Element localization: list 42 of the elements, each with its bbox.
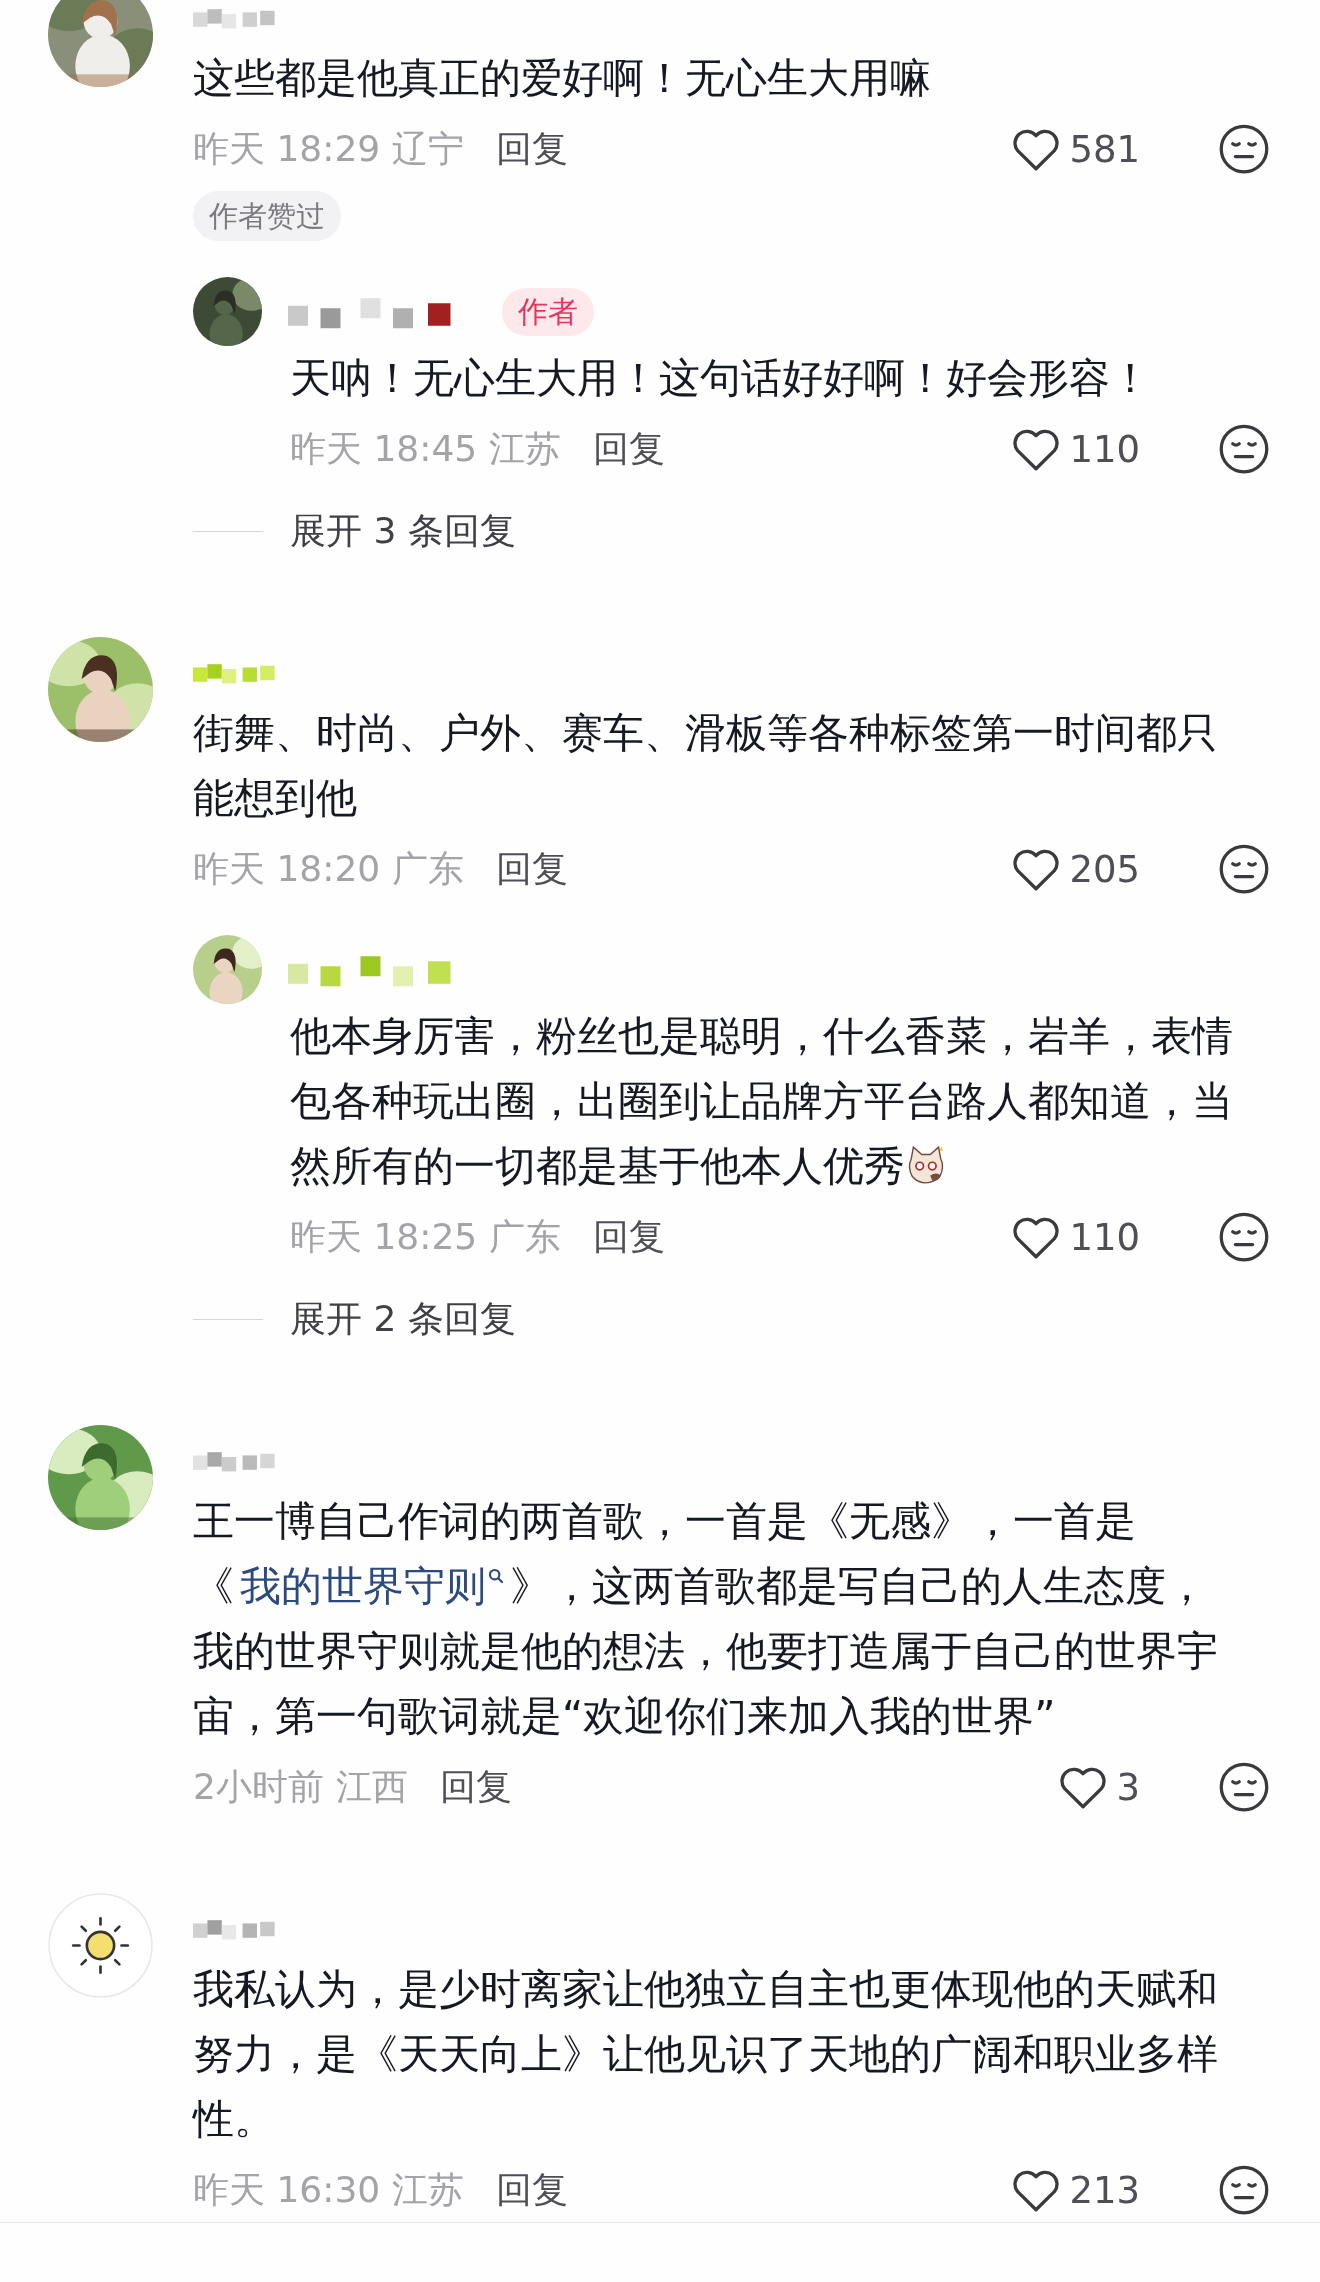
reply-link[interactable]: 回复 [496, 844, 569, 894]
comment-time: 2小时前 [193, 1764, 324, 1809]
comment-location: 江苏 [489, 426, 562, 471]
author-tag: 作者 [502, 287, 594, 336]
comment-location: 广东 [392, 846, 465, 891]
expand-replies-link[interactable]: 展开 3 条回复 [290, 506, 516, 556]
like-count: 205 [1069, 847, 1140, 891]
dislike-icon[interactable] [1218, 123, 1270, 175]
comment-text: 这些都是他真正的爱好啊！无心生大用嘛 [193, 53, 932, 104]
comment-time: 昨天 18:45 [290, 426, 478, 471]
comment-text: 王一博自己作词的两首歌，一首是《无感》，一首是《我的世界守则 》，这两首歌都是写自己的人生态度，我的世界守则就是他的想法，他要打造属于自己的世界宇宙，第一句歌词就是“欢迎你们来加入我的世界” [193, 1496, 1219, 1742]
comment-location: 江苏 [392, 2167, 465, 2212]
comment-location: 广东 [489, 1214, 562, 1259]
like-count: 110 [1069, 1215, 1140, 1259]
expand-replies-link[interactable]: 展开 2 条回复 [290, 1294, 516, 1344]
dislike-icon[interactable] [1218, 843, 1270, 895]
dislike-icon[interactable] [1218, 423, 1270, 475]
reply-link[interactable]: 回复 [496, 124, 569, 174]
like-count: 213 [1069, 2168, 1140, 2212]
reply-text: 天呐！无心生大用！这句话好好啊！好会形容！ [290, 353, 1152, 404]
reply-link[interactable]: 回复 [593, 424, 666, 474]
like-count: 3 [1116, 1765, 1140, 1809]
like-count: 581 [1069, 127, 1140, 171]
reply-link[interactable]: 回复 [439, 1762, 512, 1812]
reply-text: 他本身厉害，粉丝也是聪明，什么香菜，岩羊，表情包各种玩出圈，出圈到让品牌方平台路人都知道，当然所有的一切都是基于他本人优秀 [290, 1011, 1234, 1192]
comment-time: 昨天 16:30 [193, 2167, 381, 2212]
reply-link[interactable]: 回复 [496, 2165, 569, 2215]
author-liked-badge: 作者赞过 [193, 191, 341, 241]
like-count: 110 [1069, 427, 1140, 471]
dislike-icon[interactable] [1218, 1761, 1270, 1813]
search-icon[interactable] [488, 1568, 504, 1584]
dislike-icon[interactable] [1218, 2164, 1270, 2216]
comment-time: 昨天 18:29 [193, 126, 381, 171]
comment-text: 我私认为，是少时离家让他独立自主也更体现他的天赋和努力，是《天天向上》让他见识了天地的广阔和职业多样性。 [193, 1964, 1219, 2145]
reply-link[interactable]: 回复 [593, 1212, 666, 1262]
comment-location: 江西 [335, 1764, 408, 1809]
song-link[interactable]: 我的世界守则 [234, 1562, 510, 1610]
comment-time: 昨天 18:20 [193, 846, 381, 891]
dislike-icon[interactable] [1218, 1211, 1270, 1263]
comment-location: 辽宁 [392, 126, 465, 171]
comment-time: 昨天 18:25 [290, 1214, 478, 1259]
comment-text: 街舞、时尚、户外、赛车、滑板等各种标签第一时间都只能想到他 [193, 708, 1219, 824]
